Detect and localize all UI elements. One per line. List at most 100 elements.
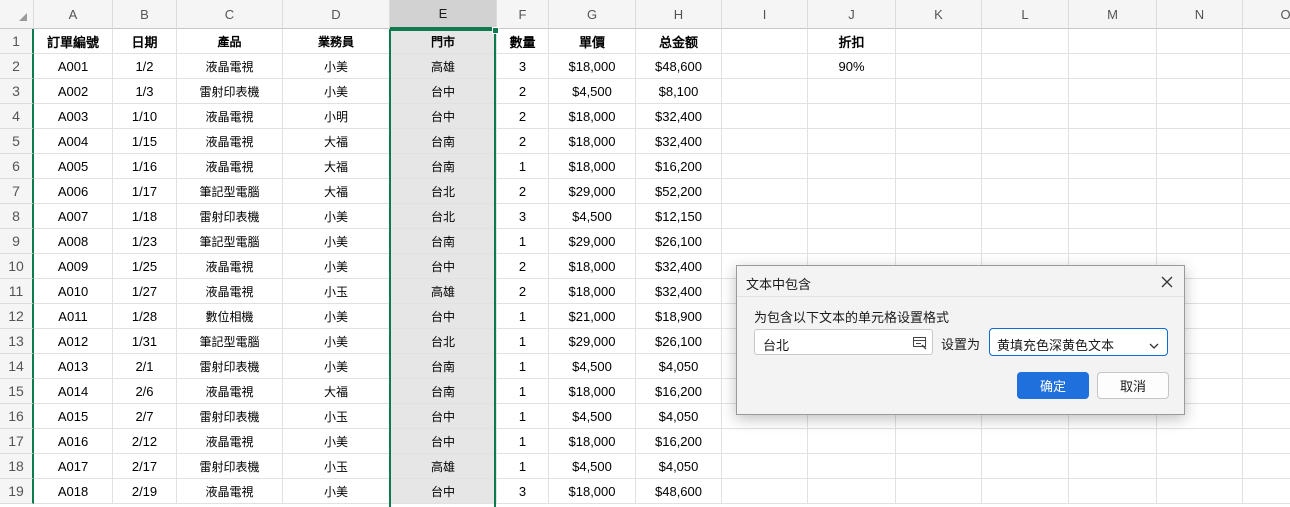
cell-h14[interactable]: $4,050 <box>636 354 722 379</box>
cell-b7[interactable]: 1/17 <box>113 179 177 204</box>
format-dropdown[interactable]: 黄填充色深黄色文本 <box>989 328 1168 356</box>
cell-e17[interactable]: 台中 <box>390 429 497 454</box>
cell-k17[interactable] <box>896 429 982 454</box>
cell-j1[interactable]: 折扣 <box>808 29 896 54</box>
row-header-19[interactable]: 19 <box>0 479 34 504</box>
cell-h5[interactable]: $32,400 <box>636 129 722 154</box>
cell-g19[interactable]: $18,000 <box>549 479 636 504</box>
cell-c17[interactable]: 液晶電視 <box>177 429 283 454</box>
cell-a14[interactable]: A013 <box>34 354 113 379</box>
cell-k1[interactable] <box>896 29 982 54</box>
cell-o18[interactable] <box>1243 454 1290 479</box>
cell-m3[interactable] <box>1069 79 1157 104</box>
cell-b15[interactable]: 2/6 <box>113 379 177 404</box>
close-icon[interactable] <box>1156 271 1178 293</box>
cell-b5[interactable]: 1/15 <box>113 129 177 154</box>
cell-o12[interactable] <box>1243 304 1290 329</box>
cell-j19[interactable] <box>808 479 896 504</box>
cell-d10[interactable]: 小美 <box>283 254 390 279</box>
row-header-3[interactable]: 3 <box>0 79 34 104</box>
cell-a7[interactable]: A006 <box>34 179 113 204</box>
cell-i18[interactable] <box>722 454 808 479</box>
cell-a8[interactable]: A007 <box>34 204 113 229</box>
cell-o13[interactable] <box>1243 329 1290 354</box>
cell-e1[interactable]: 門市 <box>390 29 497 54</box>
cell-h11[interactable]: $32,400 <box>636 279 722 304</box>
cell-b9[interactable]: 1/23 <box>113 229 177 254</box>
cell-d18[interactable]: 小玉 <box>283 454 390 479</box>
cell-c7[interactable]: 筆記型電腦 <box>177 179 283 204</box>
cell-n9[interactable] <box>1157 229 1243 254</box>
cell-d3[interactable]: 小美 <box>283 79 390 104</box>
cell-g12[interactable]: $21,000 <box>549 304 636 329</box>
column-header-m[interactable]: M <box>1069 0 1157 29</box>
cell-j9[interactable] <box>808 229 896 254</box>
cell-b8[interactable]: 1/18 <box>113 204 177 229</box>
cell-d4[interactable]: 小明 <box>283 104 390 129</box>
cell-d15[interactable]: 大福 <box>283 379 390 404</box>
cell-e14[interactable]: 台南 <box>390 354 497 379</box>
column-header-l[interactable]: L <box>982 0 1069 29</box>
text-match-input[interactable]: 台北 <box>754 329 933 355</box>
cell-h3[interactable]: $8,100 <box>636 79 722 104</box>
cell-l17[interactable] <box>982 429 1069 454</box>
cell-c6[interactable]: 液晶電視 <box>177 154 283 179</box>
cell-n6[interactable] <box>1157 154 1243 179</box>
cell-a12[interactable]: A011 <box>34 304 113 329</box>
cell-c16[interactable]: 雷射印表機 <box>177 404 283 429</box>
row-header-5[interactable]: 5 <box>0 129 34 154</box>
cell-a19[interactable]: A018 <box>34 479 113 504</box>
cell-o7[interactable] <box>1243 179 1290 204</box>
cell-b6[interactable]: 1/16 <box>113 154 177 179</box>
cell-f15[interactable]: 1 <box>497 379 549 404</box>
cell-o14[interactable] <box>1243 354 1290 379</box>
cell-n4[interactable] <box>1157 104 1243 129</box>
cell-j6[interactable] <box>808 154 896 179</box>
cell-c19[interactable]: 液晶電視 <box>177 479 283 504</box>
row-header-12[interactable]: 12 <box>0 304 34 329</box>
cell-k18[interactable] <box>896 454 982 479</box>
row-header-9[interactable]: 9 <box>0 229 34 254</box>
row-header-7[interactable]: 7 <box>0 179 34 204</box>
cell-f10[interactable]: 2 <box>497 254 549 279</box>
cell-g10[interactable]: $18,000 <box>549 254 636 279</box>
cell-n18[interactable] <box>1157 454 1243 479</box>
cell-m8[interactable] <box>1069 204 1157 229</box>
cell-b10[interactable]: 1/25 <box>113 254 177 279</box>
cell-j2[interactable]: 90% <box>808 54 896 79</box>
cell-c10[interactable]: 液晶電視 <box>177 254 283 279</box>
cell-b1[interactable]: 日期 <box>113 29 177 54</box>
cell-m9[interactable] <box>1069 229 1157 254</box>
row-header-17[interactable]: 17 <box>0 429 34 454</box>
cell-c5[interactable]: 液晶電視 <box>177 129 283 154</box>
cell-i6[interactable] <box>722 154 808 179</box>
cell-f13[interactable]: 1 <box>497 329 549 354</box>
cell-l3[interactable] <box>982 79 1069 104</box>
cell-o15[interactable] <box>1243 379 1290 404</box>
cell-h19[interactable]: $48,600 <box>636 479 722 504</box>
cell-a15[interactable]: A014 <box>34 379 113 404</box>
cell-d9[interactable]: 小美 <box>283 229 390 254</box>
cell-b13[interactable]: 1/31 <box>113 329 177 354</box>
column-header-g[interactable]: G <box>549 0 636 29</box>
cell-h8[interactable]: $12,150 <box>636 204 722 229</box>
cell-h4[interactable]: $32,400 <box>636 104 722 129</box>
row-header-4[interactable]: 4 <box>0 104 34 129</box>
cell-k4[interactable] <box>896 104 982 129</box>
cell-e7[interactable]: 台北 <box>390 179 497 204</box>
cell-f7[interactable]: 2 <box>497 179 549 204</box>
cell-d6[interactable]: 大福 <box>283 154 390 179</box>
cell-g5[interactable]: $18,000 <box>549 129 636 154</box>
cancel-button[interactable]: 取消 <box>1097 372 1169 399</box>
row-header-13[interactable]: 13 <box>0 329 34 354</box>
cell-l1[interactable] <box>982 29 1069 54</box>
cell-d12[interactable]: 小美 <box>283 304 390 329</box>
cell-o3[interactable] <box>1243 79 1290 104</box>
cell-e6[interactable]: 台南 <box>390 154 497 179</box>
cell-b3[interactable]: 1/3 <box>113 79 177 104</box>
cell-d1[interactable]: 業務員 <box>283 29 390 54</box>
cell-f11[interactable]: 2 <box>497 279 549 304</box>
cell-m17[interactable] <box>1069 429 1157 454</box>
cell-l8[interactable] <box>982 204 1069 229</box>
cell-l9[interactable] <box>982 229 1069 254</box>
